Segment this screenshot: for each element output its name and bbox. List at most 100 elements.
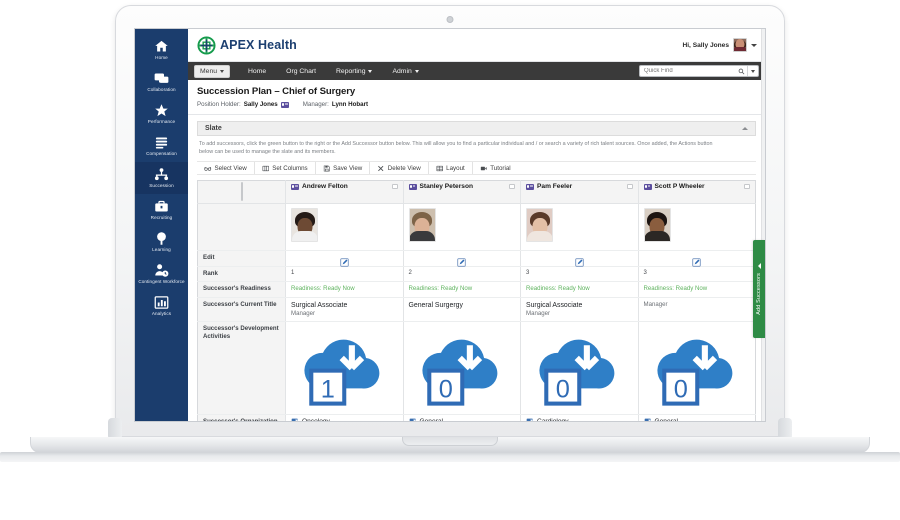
set-columns-button[interactable]: Set Columns: [255, 162, 316, 175]
nav-link-reporting[interactable]: Reporting: [326, 66, 382, 77]
chevron-up-icon[interactable]: [742, 127, 748, 130]
glasses-icon: [204, 165, 212, 172]
org-chart-icon[interactable]: [291, 418, 299, 421]
business-card-icon: [408, 183, 417, 190]
column-header-andrew-felton[interactable]: Andrew Felton: [285, 180, 404, 205]
sidebar-item-succession[interactable]: Succession: [135, 162, 188, 194]
toolbar-label: Select View: [214, 164, 247, 172]
tutorial-button[interactable]: Tutorial: [473, 162, 518, 174]
photo-cell: [638, 203, 756, 252]
dev-activities-cell: 0: [520, 321, 639, 415]
svg-text:1: 1: [321, 375, 335, 403]
successor-name: Pam Feeler: [537, 183, 573, 191]
org-name: Oncology: [302, 418, 330, 421]
svg-text:0: 0: [673, 375, 687, 403]
current-title-cell: Manager: [638, 297, 756, 322]
successor-checkbox[interactable]: [391, 183, 398, 190]
sidebar-item-recruiting[interactable]: Recruiting: [135, 194, 188, 226]
search-dropdown-button[interactable]: [747, 66, 758, 76]
nav-link-admin[interactable]: Admin: [382, 66, 428, 77]
brand-bar: APEX Health Hi, Sally Jones: [188, 29, 765, 62]
table-row-development-activities: Successor's Development Activities 1 0 0…: [197, 321, 756, 415]
org-cell: Cardiology: [520, 414, 639, 421]
photo-cell: [403, 203, 521, 252]
x-scissors-icon: [377, 165, 385, 172]
sidebar-item-analytics[interactable]: Analytics: [135, 290, 188, 322]
photo-cell: [520, 203, 639, 252]
briefcase-icon: [153, 199, 170, 214]
business-card-icon[interactable]: [280, 101, 289, 108]
select-view-button[interactable]: Select View: [197, 162, 255, 175]
cloud-download-badge-icon[interactable]: 0: [526, 325, 633, 411]
row-label-development-activities: Successor's Development Activities: [197, 321, 286, 415]
successor-name: Scott P Wheeler: [654, 183, 705, 191]
toolbar-label: Tutorial: [490, 164, 511, 172]
successor-checkbox[interactable]: [626, 183, 633, 190]
vertical-scrollbar[interactable]: [761, 29, 765, 421]
readiness-value: Readiness: Ready Now: [403, 281, 521, 298]
table-row-current-title: Successor's Current Title Surgical Assoc…: [197, 297, 756, 322]
edit-pencil-icon[interactable]: [457, 254, 466, 267]
slate-panel-header[interactable]: Slate: [197, 121, 756, 136]
nav-link-home[interactable]: Home: [238, 66, 276, 77]
delete-view-button[interactable]: Delete View: [370, 162, 429, 175]
app-logo[interactable]: APEX Health: [197, 35, 297, 55]
brand-name: APEX Health: [220, 38, 297, 52]
edit-pencil-icon[interactable]: [692, 254, 701, 267]
row-label-rank: Rank: [197, 266, 286, 283]
column-header-scott-p-wheeler[interactable]: Scott P Wheeler: [638, 180, 756, 205]
column-header-stanley-peterson[interactable]: Stanley Peterson: [403, 180, 521, 205]
add-successors-tab[interactable]: Add Successors: [753, 240, 765, 338]
successor-checkbox[interactable]: [744, 183, 750, 190]
successor-checkbox[interactable]: [509, 183, 515, 190]
sidebar-item-compensation[interactable]: Compensation: [135, 130, 188, 162]
search-icon[interactable]: [736, 68, 747, 75]
successor-name: Andrew Felton: [302, 183, 348, 191]
rank-value: 2: [403, 266, 521, 283]
current-title-cell: General Surgergy: [403, 297, 521, 322]
chevron-down-icon: [751, 69, 755, 73]
org-chart-icon[interactable]: [409, 418, 417, 421]
edit-cell: [520, 250, 639, 268]
sidebar-item-contingent-workforce[interactable]: Contingent Workforce: [135, 258, 188, 290]
sidebar-item-learning[interactable]: Learning: [135, 226, 188, 258]
layout-grid-icon: [436, 165, 444, 172]
bar-chart-icon: [153, 295, 170, 310]
rank-value: 3: [638, 266, 756, 283]
photo-cell: [285, 203, 404, 252]
column-header-pam-feeler[interactable]: Pam Feeler: [520, 180, 639, 205]
menu-button[interactable]: Menu: [194, 64, 231, 78]
dev-activities-cell: 0: [403, 321, 521, 415]
top-navbar: Menu Home Org Chart Reporting Admin: [188, 62, 765, 80]
layout-button[interactable]: Layout: [429, 162, 473, 175]
select-all-checkbox[interactable]: [240, 182, 243, 202]
avatar[interactable]: [733, 38, 747, 52]
dev-activities-cell: 0: [638, 321, 756, 415]
successor-photo: [408, 208, 436, 243]
table-row-rank: Rank 1 2 3 3: [197, 266, 756, 283]
quick-find[interactable]: [639, 65, 759, 77]
empty-label-cell: [197, 203, 286, 252]
save-view-button[interactable]: Save View: [316, 162, 371, 175]
edit-pencil-icon[interactable]: [340, 254, 349, 267]
search-input[interactable]: [640, 68, 736, 74]
rank-value: 3: [520, 266, 639, 283]
org-chart-icon[interactable]: [526, 418, 534, 421]
sidebar-item-performance[interactable]: Performance: [135, 98, 188, 130]
cloud-download-badge-icon[interactable]: 1: [291, 325, 398, 411]
app-sidebar: Home Collaboration Performance Compensat…: [135, 29, 188, 421]
edit-pencil-icon[interactable]: [575, 254, 584, 267]
successor-photo: [643, 208, 671, 243]
rank-value: 1: [285, 266, 404, 283]
nav-link-org-chart[interactable]: Org Chart: [276, 66, 326, 77]
sidebar-item-collaboration[interactable]: Collaboration: [135, 66, 188, 98]
succession-people-icon: [153, 167, 170, 182]
cloud-download-badge-icon[interactable]: 0: [409, 325, 516, 411]
org-chart-icon[interactable]: [644, 418, 652, 421]
sidebar-item-home[interactable]: Home: [135, 34, 188, 66]
user-menu[interactable]: Hi, Sally Jones: [682, 38, 757, 52]
cloud-download-badge-icon[interactable]: 0: [644, 325, 751, 411]
current-title-cell: Surgical Associate Manager: [285, 297, 404, 322]
chevron-down-icon[interactable]: [751, 43, 757, 47]
readiness-value: Readiness: Ready Now: [520, 281, 639, 298]
